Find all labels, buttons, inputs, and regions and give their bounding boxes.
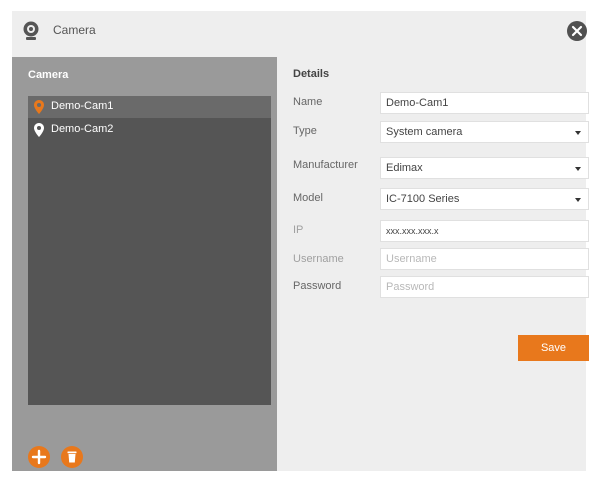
ip-label: IP [293, 224, 304, 236]
type-value: System camera [386, 126, 463, 138]
chevron-down-icon [575, 198, 581, 202]
list-item-demo-cam2[interactable]: Demo-Cam2 [28, 119, 271, 141]
webcam-icon [22, 21, 40, 41]
username-placeholder: Username [386, 253, 437, 265]
camera-dialog: Camera Camera Demo-Cam1 Demo-Cam2 Detail… [12, 11, 589, 471]
location-pin-icon [34, 123, 44, 137]
name-field[interactable]: Demo-Cam1 [380, 92, 589, 114]
camera-list[interactable]: Demo-Cam1 Demo-Cam2 [28, 96, 271, 405]
manufacturer-label: Manufacturer [293, 159, 358, 171]
window-title: Camera [53, 23, 96, 37]
ip-field[interactable]: xxx.xxx.xxx.x [380, 220, 589, 242]
model-label: Model [293, 192, 323, 204]
username-field[interactable]: Username [380, 248, 589, 270]
title-bar: Camera [12, 11, 587, 51]
add-camera-button[interactable] [28, 446, 50, 468]
camera-panel-title: Camera [28, 69, 69, 81]
type-select[interactable]: System camera [380, 121, 589, 143]
ip-value: xxx.xxx.xxx.x [386, 226, 439, 236]
chevron-down-icon [575, 131, 581, 135]
model-select[interactable]: IC-7100 Series [380, 188, 589, 210]
camera-panel: Camera Demo-Cam1 Demo-Cam2 [12, 57, 277, 471]
password-placeholder: Password [386, 281, 435, 293]
location-pin-icon [34, 100, 44, 114]
list-item-demo-cam1[interactable]: Demo-Cam1 [28, 96, 271, 118]
type-label: Type [293, 125, 317, 137]
model-value: IC-7100 Series [386, 193, 460, 205]
manufacturer-select[interactable]: Edimax [380, 157, 589, 179]
username-label: Username [293, 253, 344, 265]
save-button[interactable]: Save [518, 335, 589, 361]
chevron-down-icon [575, 167, 581, 171]
name-value: Demo-Cam1 [386, 97, 449, 109]
delete-camera-button[interactable] [61, 446, 83, 468]
add-icon [31, 449, 47, 465]
password-label: Password [293, 280, 342, 292]
manufacturer-value: Edimax [386, 162, 423, 174]
close-icon[interactable] [567, 21, 587, 41]
password-field[interactable]: Password [380, 276, 589, 298]
details-title: Details [293, 68, 330, 80]
trash-icon [67, 451, 77, 463]
list-item-label: Demo-Cam1 [51, 100, 114, 112]
name-label: Name [293, 96, 323, 108]
list-item-label: Demo-Cam2 [51, 123, 114, 135]
